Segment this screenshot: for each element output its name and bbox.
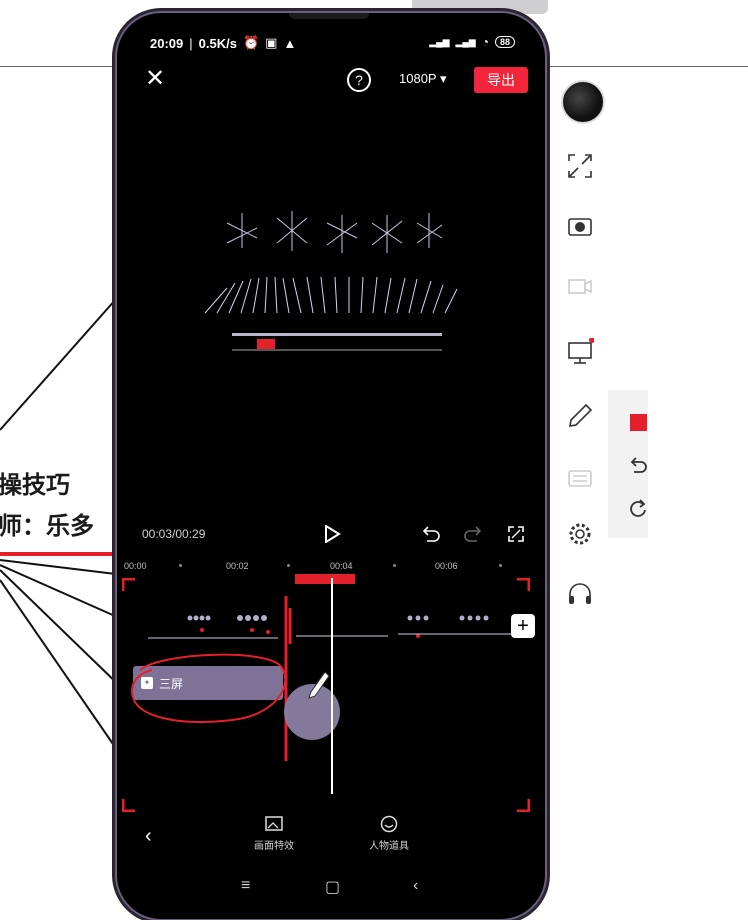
message-icon: ▣ <box>265 35 278 50</box>
video-filmstrip[interactable] <box>128 608 526 644</box>
headset-icon[interactable] <box>566 580 594 608</box>
wifi-icon: ◔ <box>481 35 489 49</box>
ruler-dot <box>287 564 290 567</box>
playhead-marker[interactable] <box>295 574 355 584</box>
ruler-tick: 00:00 <box>124 561 147 571</box>
fullscreen-icon <box>508 526 524 542</box>
video-preview <box>117 123 545 523</box>
fireworks-frame <box>204 211 458 351</box>
phone-frame: 20:09 | 0.5K/s ⏰ ▣ ▲ ▂▄▆ ▂▄▆ ◔ 88 ✕ ? 10… <box>117 13 545 919</box>
annotation-line <box>284 596 288 761</box>
slide-red-rule <box>0 552 124 556</box>
selection-corner-tr <box>517 578 530 591</box>
status-time: 20:09 <box>150 35 184 51</box>
export-button[interactable]: 导出 <box>474 67 528 93</box>
tool-label: 画面特效 <box>254 841 294 852</box>
face-icon <box>380 815 398 833</box>
ruler-dot <box>499 564 502 567</box>
floating-toolbar <box>552 72 608 624</box>
play-button[interactable] <box>323 524 341 548</box>
caret-down-icon: ▾ <box>439 71 447 86</box>
screen-effect-tool[interactable]: 画面特效 <box>244 815 304 852</box>
selection-corner-bl <box>122 799 135 812</box>
alarm-icon: ⏰ <box>242 35 260 50</box>
tool-label: 人物道具 <box>369 841 409 852</box>
phone-notch <box>289 13 369 19</box>
ruler-tick: 00:02 <box>226 561 249 571</box>
camera-icon[interactable] <box>566 212 594 240</box>
redo-button[interactable] <box>463 525 483 548</box>
slide-heading-line2: 师：乐多 <box>0 512 94 540</box>
redo-draw-icon[interactable] <box>626 496 650 520</box>
play-icon <box>325 524 341 544</box>
slide-heading-line1: 操技巧 <box>0 471 70 499</box>
home-icon[interactable]: ▢ <box>325 877 340 897</box>
time-display: 00:03/00:29 <box>142 527 206 541</box>
annotation-circle <box>131 653 287 723</box>
selection-corner-br <box>517 799 530 812</box>
redo-icon <box>464 526 482 542</box>
pen-cursor-icon <box>308 671 330 699</box>
playhead-line[interactable] <box>331 578 333 794</box>
signal-icon-2: ▂▄▆ <box>455 36 476 47</box>
settings-gear-icon[interactable] <box>566 520 594 548</box>
status-bar: 20:09 | 0.5K/s ⏰ ▣ ▲ ▂▄▆ ▂▄▆ ◔ 88 <box>117 35 545 55</box>
ruler-dot <box>393 564 396 567</box>
undo-button[interactable] <box>421 525 441 548</box>
screen-share-icon[interactable] <box>566 338 594 366</box>
undo-draw-icon[interactable] <box>626 454 650 478</box>
add-clip-button[interactable]: + <box>511 614 535 638</box>
bottom-toolbar: ‹ 画面特效 人物道具 <box>117 815 545 857</box>
keyboard-icon[interactable] <box>566 464 594 492</box>
pen-icon[interactable] <box>566 402 594 430</box>
undo-icon <box>422 526 440 542</box>
ruler-tick: 00:06 <box>435 561 458 571</box>
signal-icon: ▂▄▆ <box>429 36 450 47</box>
fullscreen-button[interactable] <box>507 525 525 548</box>
ruler-dot <box>179 564 182 567</box>
top-gray-tab <box>412 0 548 14</box>
character-props-tool[interactable]: 人物道具 <box>359 815 419 852</box>
playback-controls: 00:03/00:29 <box>117 524 545 555</box>
video-camera-icon[interactable] <box>566 272 594 300</box>
status-speed: 0.5K/s <box>198 35 237 51</box>
help-icon[interactable]: ? <box>347 68 371 92</box>
resolution-select[interactable]: 1080P ▾ <box>399 71 447 87</box>
slide-connector-lines <box>0 289 125 761</box>
close-icon[interactable]: ✕ <box>143 67 167 91</box>
selection-corner-tl <box>122 578 135 591</box>
back-chevron-icon[interactable]: ‹ <box>145 825 152 848</box>
menu-icon[interactable]: ≡ <box>241 877 250 895</box>
timeline-area[interactable]: + ✦ 三屏 <box>122 574 535 812</box>
expand-icon[interactable] <box>566 152 594 180</box>
user-avatar[interactable] <box>561 80 605 124</box>
battery-icon: 88 <box>494 36 515 48</box>
back-icon[interactable]: ‹ <box>413 877 418 895</box>
pen-color-swatch[interactable] <box>630 414 647 431</box>
app-notify-icon: ▲ <box>283 35 297 51</box>
editor-top-bar: ✕ ? 1080P ▾ 导出 <box>117 67 545 97</box>
system-nav-bar: ≡ ▢ ‹ <box>117 877 545 897</box>
ruler-tick: 00:04 <box>330 561 353 571</box>
image-effect-icon <box>265 816 283 831</box>
